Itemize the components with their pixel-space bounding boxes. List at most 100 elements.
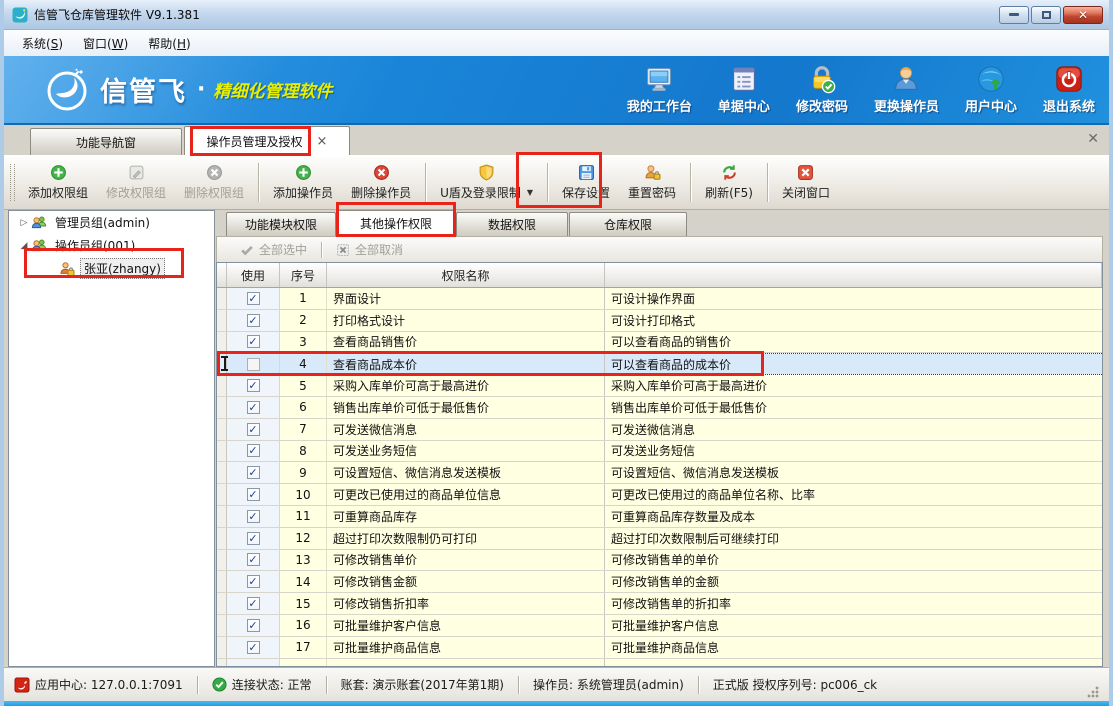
toolbar-button-ukey-login-limit[interactable]: U盾及登录限制 ▼ bbox=[431, 158, 542, 207]
perm-checkbox[interactable]: ✓ bbox=[247, 401, 260, 414]
perm-checkbox[interactable] bbox=[247, 358, 260, 371]
table-row[interactable]: ✓ 9 可设置短信、微信消息发送模板 可设置短信、微信消息发送模板 bbox=[217, 462, 1102, 484]
use-cell: ✓ bbox=[227, 506, 280, 527]
perm-checkbox[interactable]: ✓ bbox=[247, 379, 260, 392]
tree-item-operator-group[interactable]: ◢ 操作员组(001) bbox=[9, 234, 214, 257]
perm-tab-data-perms[interactable]: 数据权限 bbox=[456, 212, 568, 236]
perm-checkbox[interactable]: ✓ bbox=[247, 597, 260, 610]
chevron-down-icon[interactable]: ▼ bbox=[527, 188, 533, 197]
toolbar-button-label: U盾及登录限制 bbox=[440, 184, 521, 201]
select-all-button[interactable]: 全部选中 bbox=[232, 239, 315, 260]
banner-action-exit-system[interactable]: 退出系统 bbox=[1043, 64, 1095, 115]
toolbar-button-refresh[interactable]: 刷新(F5) bbox=[696, 158, 762, 207]
perm-checkbox[interactable]: ✓ bbox=[247, 619, 260, 632]
header-desc[interactable] bbox=[605, 263, 1102, 287]
perm-tab-module-perms[interactable]: 功能模块权限 bbox=[226, 212, 336, 236]
table-row[interactable]: ✓ 8 可发送业务短信 可发送业务短信 bbox=[217, 441, 1102, 463]
tab-close-icon[interactable]: × bbox=[317, 134, 328, 149]
perm-checkbox[interactable]: ✓ bbox=[247, 641, 260, 654]
no-cell: 10 bbox=[280, 484, 327, 505]
brand-name: 信管飞 bbox=[100, 70, 187, 109]
toolbar-button-del-perm-group[interactable]: 删除权限组 bbox=[175, 158, 253, 207]
expander-icon[interactable]: ▷ bbox=[17, 218, 31, 228]
select-all-label: 全部选中 bbox=[259, 241, 307, 258]
banner-action-switch-operator[interactable]: 更换操作员 bbox=[874, 64, 939, 115]
row-indicator bbox=[217, 288, 227, 309]
table-row[interactable]: ✓ 16 可批量维护客户信息 可批量维护客户信息 bbox=[217, 615, 1102, 637]
tree-item-operator-zhangy[interactable]: 张亚(zhangy) bbox=[9, 257, 214, 280]
use-cell: ✓ bbox=[227, 288, 280, 309]
table-row[interactable]: ✓ 3 查看商品销售价 可以查看商品的销售价 bbox=[217, 332, 1102, 354]
tree-item-admin-group[interactable]: ▷ 管理员组(admin) bbox=[9, 211, 214, 234]
perm-checkbox[interactable]: ✓ bbox=[247, 575, 260, 588]
table-row[interactable]: ✓ 7 可发送微信消息 可发送微信消息 bbox=[217, 419, 1102, 441]
use-cell: ✓ bbox=[227, 462, 280, 483]
perm-checkbox[interactable]: ✓ bbox=[247, 292, 260, 305]
perm-checkbox[interactable]: ✓ bbox=[247, 444, 260, 457]
toolbar-button-label: 删除权限组 bbox=[184, 184, 244, 201]
expander-icon[interactable]: ◢ bbox=[17, 241, 31, 251]
perm-name-cell: 可批量维护客户信息 bbox=[327, 615, 605, 636]
header-name[interactable]: 权限名称 bbox=[327, 263, 605, 287]
doc-tab-nav-window[interactable]: 功能导航窗 bbox=[30, 128, 182, 155]
perm-name-cell: 可重算商品库存 bbox=[327, 506, 605, 527]
table-row[interactable]: ✓ 2 打印格式设计 可设计打印格式 bbox=[217, 310, 1102, 332]
table-row[interactable]: ✓ 11 可重算商品库存 可重算商品库存数量及成本 bbox=[217, 506, 1102, 528]
close-button[interactable]: ✕ bbox=[1063, 6, 1103, 24]
banner-action-user-center[interactable]: 用户中心 bbox=[965, 64, 1017, 115]
table-row[interactable]: ✓ 12 超过打印次数限制仍可打印 超过打印次数限制后可继续打印 bbox=[217, 528, 1102, 550]
perm-name-cell: 可发送业务短信 bbox=[327, 441, 605, 462]
table-row[interactable]: ✓ 5 采购入库单价可高于最高进价 采购入库单价可高于最高进价 bbox=[217, 375, 1102, 397]
perm-tab-warehouse-perms[interactable]: 仓库权限 bbox=[569, 212, 687, 236]
perm-checkbox[interactable]: ✓ bbox=[247, 488, 260, 501]
toolbar-button-add-operator[interactable]: 添加操作员 bbox=[264, 158, 342, 207]
toolbar-grip[interactable] bbox=[10, 164, 15, 201]
perm-checkbox[interactable]: ✓ bbox=[247, 466, 260, 479]
app-center-icon bbox=[14, 677, 30, 693]
cancel-all-button[interactable]: 全部取消 bbox=[328, 239, 411, 260]
perm-checkbox[interactable]: ✓ bbox=[247, 314, 260, 327]
row-indicator bbox=[217, 593, 227, 614]
toolbar-button-reset-password[interactable]: 重置密码 bbox=[619, 158, 685, 207]
header-use[interactable]: 使用 bbox=[227, 263, 280, 287]
perm-desc-cell: 可批量维护客户信息 bbox=[605, 615, 1102, 636]
toolbar-button-add-perm-group[interactable]: 添加权限组 bbox=[19, 158, 97, 207]
use-cell bbox=[227, 354, 280, 374]
banner-action-document-center[interactable]: 单据中心 bbox=[718, 64, 770, 115]
banner-action-my-workbench[interactable]: 我的工作台 bbox=[627, 64, 692, 115]
table-row[interactable]: ✓ 17 可批量维护商品信息 可批量维护商品信息 bbox=[217, 637, 1102, 659]
perm-checkbox[interactable]: ✓ bbox=[247, 510, 260, 523]
toolbar-button-save-settings[interactable]: 保存设置 bbox=[553, 158, 619, 207]
table-row[interactable]: ✓ 6 销售出库单价可低于最低售价 销售出库单价可低于最低售价 bbox=[217, 397, 1102, 419]
perm-desc-cell: 采购入库单价可高于最高进价 bbox=[605, 375, 1102, 396]
minimize-button[interactable] bbox=[999, 6, 1029, 24]
use-cell: ✓ bbox=[227, 615, 280, 636]
toolbar-button-close-window[interactable]: 关闭窗口 bbox=[773, 158, 839, 207]
table-row[interactable]: ✓ 10 可更改已使用过的商品单位信息 可更改已使用过的商品单位名称、比率 bbox=[217, 484, 1102, 506]
menu-window[interactable]: 窗口(W) bbox=[73, 31, 138, 56]
close-icon: ✕ bbox=[1078, 8, 1088, 22]
banner-action-change-password[interactable]: 修改密码 bbox=[796, 64, 848, 115]
no-cell: 9 bbox=[280, 462, 327, 483]
doc-tab-operator-auth[interactable]: 操作员管理及授权 × bbox=[184, 126, 350, 155]
toolbar-button-edit-perm-group[interactable]: 修改权限组 bbox=[97, 158, 175, 207]
toolbar-button-del-operator[interactable]: 删除操作员 bbox=[342, 158, 420, 207]
menu-system[interactable]: 系统(S) bbox=[12, 31, 73, 56]
table-row[interactable]: 4 查看商品成本价 可以查看商品的成本价 bbox=[217, 353, 1102, 375]
table-row[interactable]: ✓ 13 可修改销售单价 可修改销售单的单价 bbox=[217, 550, 1102, 572]
perm-checkbox[interactable]: ✓ bbox=[247, 553, 260, 566]
table-row[interactable]: ✓ 15 可修改销售折扣率 可修改销售单的折扣率 bbox=[217, 593, 1102, 615]
header-no[interactable]: 序号 bbox=[280, 263, 327, 287]
resize-grip[interactable] bbox=[1087, 686, 1099, 698]
perm-checkbox[interactable]: ✓ bbox=[247, 532, 260, 545]
menu-help[interactable]: 帮助(H) bbox=[138, 31, 200, 56]
use-cell: ✓ bbox=[227, 375, 280, 396]
table-row[interactable]: ✓ 1 界面设计 可设计操作界面 bbox=[217, 288, 1102, 310]
permission-table: 使用 序号 权限名称 ✓ 1 界面设计 可设计操作界面 ✓ 2 打印格式设计 可… bbox=[216, 262, 1103, 667]
restore-button[interactable] bbox=[1031, 6, 1061, 24]
table-row[interactable]: ✓ 14 可修改销售金额 可修改销售单的金额 bbox=[217, 571, 1102, 593]
tab-area-close-icon[interactable]: ✕ bbox=[1087, 131, 1099, 147]
perm-tab-other-perms[interactable]: 其他操作权限 bbox=[337, 210, 455, 236]
perm-checkbox[interactable]: ✓ bbox=[247, 335, 260, 348]
perm-checkbox[interactable]: ✓ bbox=[247, 423, 260, 436]
